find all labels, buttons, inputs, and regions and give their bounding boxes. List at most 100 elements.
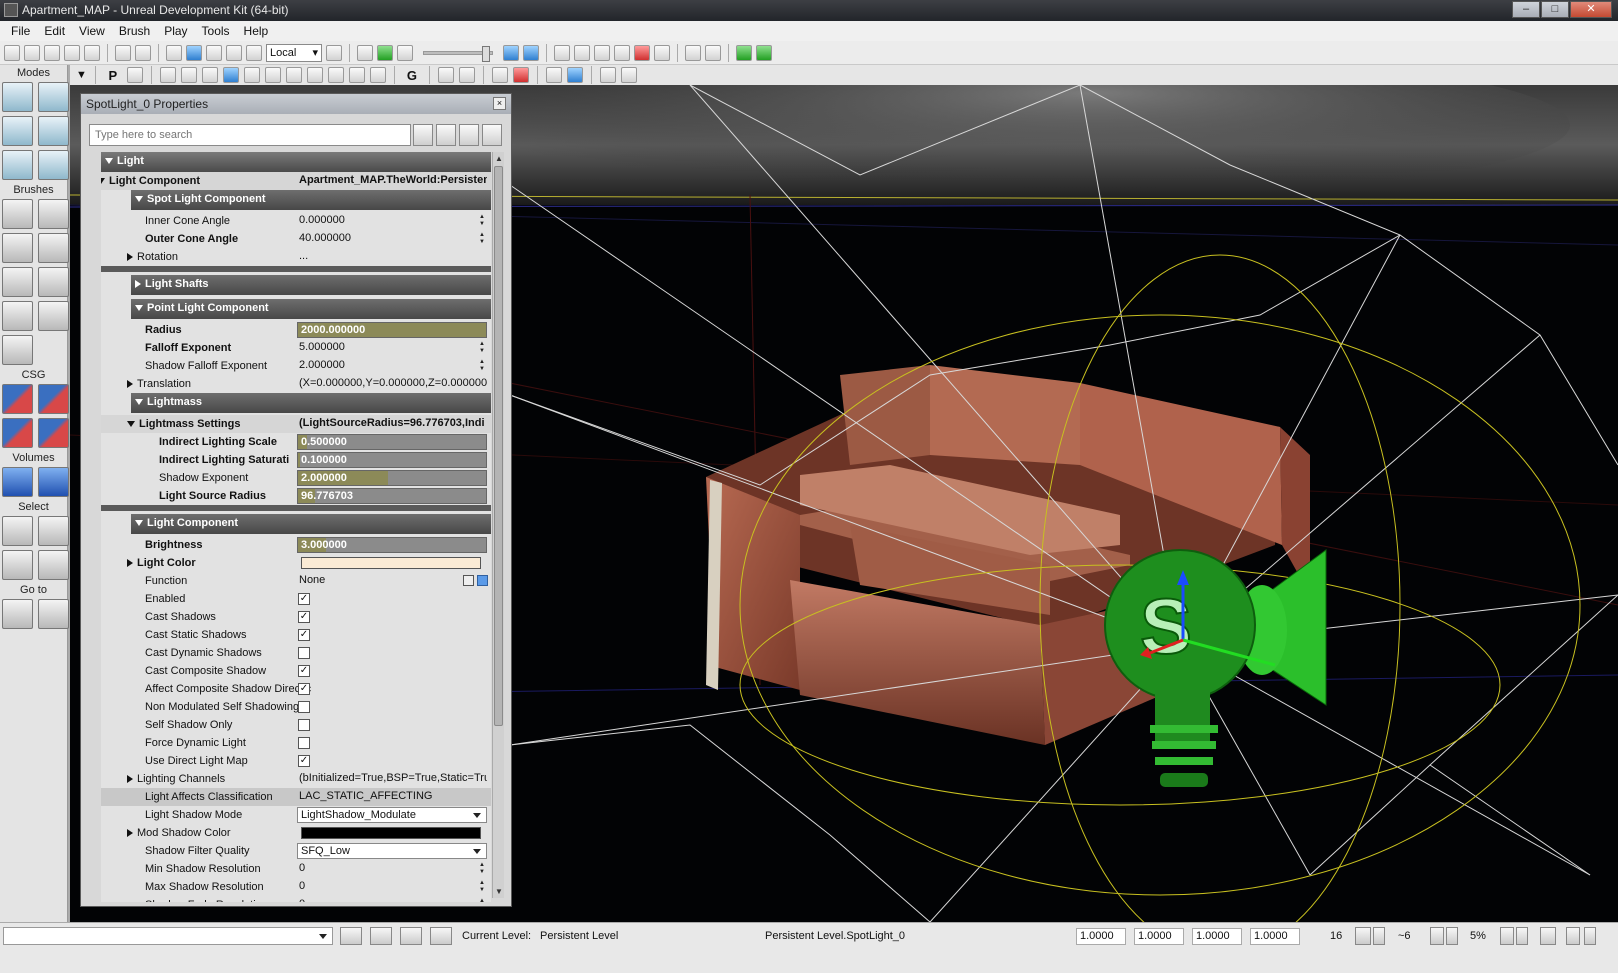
- favorites-star-icon[interactable]: [436, 124, 456, 146]
- property-row-point-light-component[interactable]: Point Light Component: [131, 299, 491, 319]
- property-row-radius[interactable]: Radius 2000.000000: [101, 321, 491, 339]
- collapse-triangle-icon[interactable]: [135, 196, 143, 203]
- lock-viewport-icon[interactable]: [126, 67, 143, 83]
- maximize-viewport-icon[interactable]: [620, 67, 637, 83]
- property-value[interactable]: Apartment_MAP.TheWorld:Persisten: [297, 172, 487, 190]
- close-window-button[interactable]: ✕: [1570, 1, 1612, 18]
- property-value[interactable]: (bInitialized=True,BSP=True,Static=True,…: [297, 770, 487, 788]
- texture-mode-icon[interactable]: [38, 150, 69, 180]
- spinner-arrows-icon[interactable]: ▲▼: [479, 862, 488, 876]
- light-complexity-icon[interactable]: [285, 67, 302, 83]
- toggle-viewport-icon[interactable]: [545, 67, 562, 83]
- property-value[interactable]: 40.000000: [297, 230, 487, 248]
- csg-subtract-icon[interactable]: [38, 384, 69, 414]
- invert-selection-icon[interactable]: [38, 550, 69, 580]
- scale-snap-value[interactable]: 5%: [1470, 930, 1486, 942]
- lit-icon[interactable]: [222, 67, 239, 83]
- property-row-lighting-channels[interactable]: Lighting Channels (bInitialized=True,BSP=…: [101, 770, 491, 788]
- property-row-affect-composite-shadow-directic[interactable]: Affect Composite Shadow Directic ✓: [101, 680, 491, 698]
- property-row-function[interactable]: Function None: [101, 572, 491, 590]
- checkbox[interactable]: [298, 647, 310, 659]
- show-selected-icon[interactable]: [2, 516, 33, 546]
- play-in-editor-icon[interactable]: [756, 44, 772, 61]
- browse-icon[interactable]: [463, 575, 474, 586]
- scrollbar-thumb[interactable]: [494, 166, 503, 726]
- spinner-arrows-icon[interactable]: ▲▼: [479, 880, 488, 894]
- realtime-preview-icon[interactable]: [523, 44, 539, 61]
- property-row-indirect-lighting-scale[interactable]: Indirect Lighting Scale 0.500000: [101, 433, 491, 451]
- checkbox[interactable]: [298, 719, 310, 731]
- spinner-arrows-icon[interactable]: ▲▼: [479, 214, 488, 228]
- drag-grid-z[interactable]: 1.0000: [1192, 928, 1242, 945]
- lock-properties-icon[interactable]: [482, 124, 502, 146]
- viewport-options-chevron-icon[interactable]: ▼: [76, 69, 87, 81]
- property-row-light-component[interactable]: Light Component Apartment_MAP.TheWorld:Pe…: [101, 172, 491, 190]
- new-map-icon[interactable]: [4, 44, 20, 61]
- spinner-arrows-icon[interactable]: ▲▼: [479, 341, 488, 355]
- expand-triangle-icon[interactable]: [127, 775, 133, 784]
- shader-complexity-icon[interactable]: [327, 67, 344, 83]
- select-all-icon[interactable]: [2, 550, 33, 580]
- realtime-icon[interactable]: [566, 67, 583, 83]
- open-map-icon[interactable]: [24, 44, 40, 61]
- property-value[interactable]: 2.000000: [297, 357, 487, 375]
- spinner-arrows-icon[interactable]: ▲▼: [479, 359, 488, 373]
- play-on-console-icon[interactable]: [736, 44, 752, 61]
- build-geometry-icon[interactable]: [554, 44, 570, 61]
- color-swatch[interactable]: [301, 827, 481, 839]
- matinee-preview-icon[interactable]: [491, 67, 508, 83]
- level-streaming-icon[interactable]: [512, 67, 529, 83]
- cone-brush-icon[interactable]: [38, 199, 69, 229]
- property-value[interactable]: 0.000000: [297, 212, 487, 230]
- show-flags-icon[interactable]: [458, 67, 475, 83]
- property-value[interactable]: 0: [297, 896, 487, 902]
- paint-mode-icon[interactable]: [2, 150, 33, 180]
- menu-edit[interactable]: Edit: [37, 24, 72, 38]
- property-row-enabled[interactable]: Enabled ✓: [101, 590, 491, 608]
- property-row-light-shadow-mode[interactable]: Light Shadow Mode LightShadow_Modulate: [101, 806, 491, 824]
- property-slider-value[interactable]: 0.500000: [297, 434, 487, 450]
- property-slider-value[interactable]: 96.776703: [297, 488, 487, 504]
- kismet-icon[interactable]: [377, 44, 393, 61]
- collapse-triangle-icon[interactable]: [135, 520, 143, 527]
- search-actors-icon[interactable]: [326, 44, 342, 61]
- move-mode-icon[interactable]: [38, 116, 69, 146]
- drag-grid-toggle-icon[interactable]: [370, 927, 392, 945]
- build-lighting-icon[interactable]: [574, 44, 590, 61]
- camera-speed-slider[interactable]: [423, 45, 493, 62]
- property-row-indirect-lighting-saturati[interactable]: Indirect Lighting Saturati 0.100000: [101, 451, 491, 469]
- autosave-dropdown-icon[interactable]: [1584, 927, 1596, 945]
- property-dropdown[interactable]: SFQ_Low: [297, 843, 487, 859]
- spinner-arrows-icon[interactable]: ▲▼: [479, 232, 488, 246]
- property-row-cast-shadows[interactable]: Cast Shadows ✓: [101, 608, 491, 626]
- property-row-translation[interactable]: Translation (X=0.000000,Y=0.000000,Z=0.00…: [101, 375, 491, 393]
- save-icon[interactable]: [44, 44, 60, 61]
- undo-icon[interactable]: [115, 44, 131, 61]
- detail-lighting-icon[interactable]: [243, 67, 260, 83]
- sphere-brush-icon[interactable]: [38, 301, 69, 331]
- goto-actor-icon[interactable]: [2, 599, 33, 629]
- collapse-triangle-icon[interactable]: [101, 178, 105, 185]
- property-list-scrollbar[interactable]: ▲ ▼: [492, 152, 504, 898]
- lightmap-density-icon[interactable]: [348, 67, 365, 83]
- expand-triangle-icon[interactable]: [127, 559, 133, 568]
- property-value[interactable]: 5.000000: [297, 339, 487, 357]
- select-mode-icon[interactable]: [166, 44, 182, 61]
- property-row-light-shafts[interactable]: Light Shafts: [131, 275, 491, 295]
- property-row-shadow-falloff-exponent[interactable]: Shadow Falloff Exponent 2.000000 ▲ ▼: [101, 357, 491, 375]
- bsp-auto-update-icon[interactable]: [400, 927, 422, 945]
- property-row-shadow-filter-quality[interactable]: Shadow Filter Quality SFQ_Low: [101, 842, 491, 860]
- collapse-triangle-icon[interactable]: [135, 305, 143, 312]
- add-volume-icon[interactable]: [2, 467, 33, 497]
- cylinder-brush-icon[interactable]: [38, 233, 69, 263]
- property-list[interactable]: Light Light Component Apartment_MAP.TheWor…: [101, 152, 491, 902]
- property-slider-value[interactable]: 0.100000: [297, 452, 487, 468]
- expand-triangle-icon[interactable]: [127, 253, 133, 262]
- grid-size-dropdown-icon[interactable]: [1373, 927, 1385, 945]
- property-row-light-source-radius[interactable]: Light Source Radius 96.776703: [101, 487, 491, 505]
- property-row-light-color[interactable]: Light Color: [101, 554, 491, 572]
- curved-stair-brush-icon[interactable]: [2, 233, 33, 263]
- collapse-triangle-icon[interactable]: [135, 399, 143, 406]
- scroll-up-icon[interactable]: ▲: [495, 154, 503, 163]
- properties-window[interactable]: SpotLight_0 Properties × Light Light Comp…: [80, 93, 512, 907]
